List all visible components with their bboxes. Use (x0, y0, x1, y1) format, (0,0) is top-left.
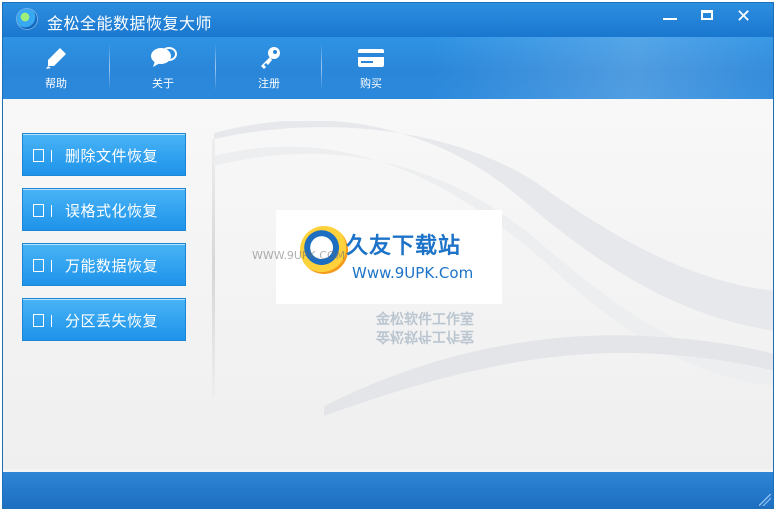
watermark-studio-text: 金松软件工作室 (376, 312, 474, 328)
partition-icon (33, 314, 44, 327)
toolbar-register-button[interactable]: 注册 (216, 37, 322, 99)
sidebar-item-universal-recovery[interactable]: 万能数据恢复 (22, 243, 186, 286)
toolbar: 帮助 关于 注册 购买 (3, 37, 773, 99)
watermark-title: 久友下载站 (346, 234, 462, 259)
close-icon: ✕ (735, 6, 752, 27)
separator-bar (51, 150, 52, 162)
format-icon (33, 204, 44, 217)
sidebar-item-label: 误格式化恢复 (65, 202, 159, 220)
sidebar-item-label: 分区丢失恢复 (65, 312, 159, 330)
separator-bar (51, 205, 52, 217)
toolbar-about-button[interactable]: 关于 (110, 37, 216, 99)
minimize-icon (662, 18, 677, 20)
sidebar-item-deleted-file-recovery[interactable]: 删除文件恢复 (22, 133, 186, 176)
maximize-button[interactable] (689, 4, 724, 29)
resize-grip-icon[interactable] (759, 494, 771, 506)
document-icon (33, 259, 44, 272)
chat-bubbles-icon (151, 47, 177, 67)
separator-bar (51, 315, 52, 327)
maximize-icon (700, 10, 713, 20)
minimize-button[interactable] (652, 4, 687, 29)
watermark-studio-reflection: 金松软件工作室 (376, 328, 474, 344)
toolbar-register-label: 注册 (258, 77, 280, 90)
watermark-url: Www.9UPK.Com (352, 264, 474, 282)
window-title: 金松全能数据恢复大师 (47, 14, 213, 33)
toolbar-help-label: 帮助 (45, 77, 67, 90)
sidebar-item-partition-recovery[interactable]: 分区丢失恢复 (22, 298, 186, 341)
watermark-url-faint: WWW.9UPK.COM (252, 249, 346, 262)
status-bar (3, 472, 773, 508)
close-button[interactable]: ✕ (726, 4, 761, 29)
sidebar-item-label: 万能数据恢复 (65, 257, 159, 275)
sidebar-item-format-recovery[interactable]: 误格式化恢复 (22, 188, 186, 231)
trash-icon (33, 149, 44, 162)
separator-bar (51, 260, 52, 272)
app-window: 金松全能数据恢复大师 ✕ 帮助 关于 注册 购买 删除文件恢复 误格式化恢复 万… (2, 2, 774, 509)
toolbar-help-button[interactable]: 帮助 (3, 37, 109, 99)
pen-icon (46, 48, 66, 69)
title-bar: 金松全能数据恢复大师 ✕ (3, 3, 773, 37)
card-icon (358, 49, 384, 67)
sidebar-item-label: 删除文件恢复 (65, 147, 159, 165)
app-logo-icon (17, 9, 37, 29)
toolbar-buy-label: 购买 (360, 77, 382, 90)
key-icon (261, 47, 280, 69)
toolbar-buy-button[interactable]: 购买 (318, 37, 424, 99)
toolbar-about-label: 关于 (152, 77, 174, 90)
